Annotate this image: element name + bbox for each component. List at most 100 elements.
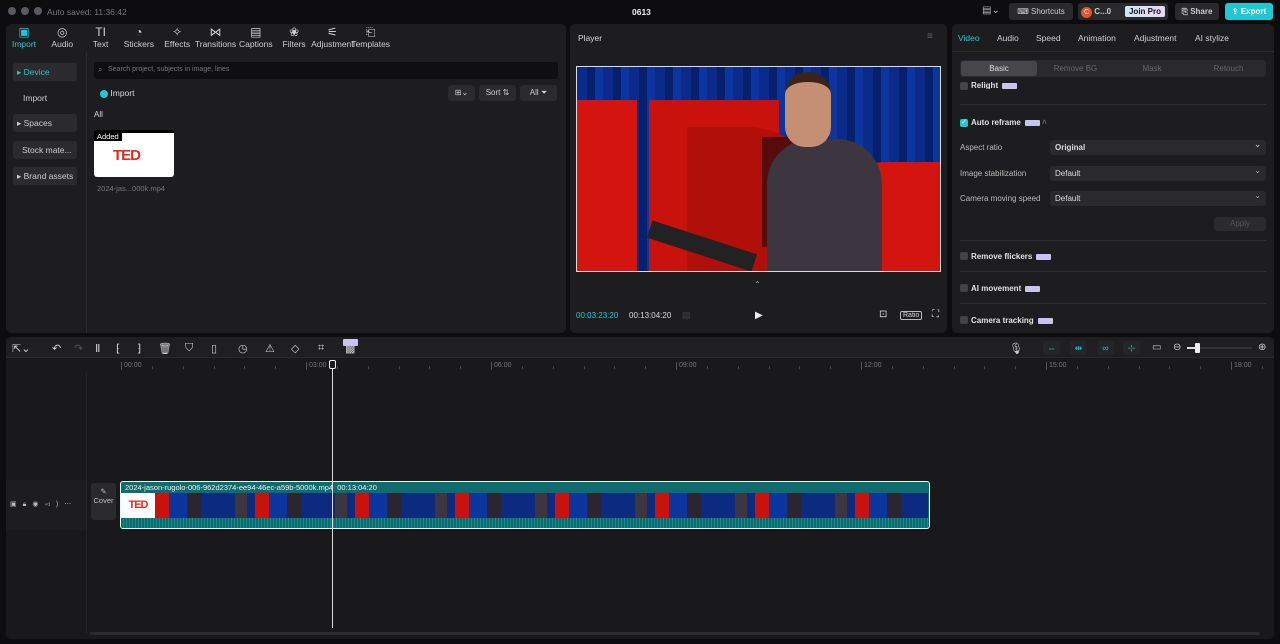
import-button[interactable]: Import [94,85,142,101]
project-title: 0613 [632,7,651,17]
track-toggle-icon: ▣ [10,501,23,508]
play-button[interactable]: ▶ [755,310,763,321]
apply-button[interactable]: Apply [1214,217,1266,231]
pro-badge [1024,119,1040,126]
fit-icon[interactable]: ⊡ [879,309,887,320]
video-clip[interactable]: 2024-jason-rugolo-006-962d2374-ee94-46ec… [120,481,930,529]
pro-badge [343,339,358,346]
auto-reframe-checkbox[interactable]: ✓ [960,119,968,127]
ruler-minor-tick [1015,366,1017,369]
ruler-minor-tick [429,366,431,369]
video-preview[interactable] [576,66,941,272]
zoom-slider[interactable] [1187,343,1252,353]
undo-icon[interactable]: ↶ [52,342,61,355]
ruler-tick-label: 06:00 [491,362,512,370]
relight-checkbox[interactable] [960,82,968,90]
layout-icon[interactable]: ▤⌄ [982,5,1000,16]
auto-snap-toggle[interactable]: ⇹ [1070,341,1087,355]
share-button[interactable]: ⎘ Share [1175,3,1219,20]
subtab-mask[interactable]: Mask [1114,61,1190,76]
delete-icon[interactable]: 🗑︎ [158,342,172,355]
crop-icon[interactable]: ⌗ [318,342,324,355]
camera-speed-select[interactable]: Default [1050,188,1266,206]
sidebar-item-stock[interactable]: Stock mate... [13,141,77,159]
total-time: 00:13:04:20 [629,311,672,320]
plus-icon [100,89,108,98]
inspector-tab-video[interactable]: Video [958,33,980,43]
fullscreen-icon[interactable]: ⛶ [932,309,939,320]
subtab-remove-bg[interactable]: Remove BG [1038,61,1114,76]
magnet-main-track-toggle[interactable]: ⇔ [1043,341,1060,355]
tab-transitions[interactable]: ⋈ Transitions [194,25,238,50]
audio-waveform [121,518,928,528]
ratio-button[interactable]: Ratio [900,311,923,320]
inspector-tab-speed[interactable]: Speed [1036,33,1061,43]
view-toggle[interactable]: ⊞⌄ [448,85,475,101]
export-button[interactable]: ⇪ Export [1225,3,1273,20]
ruler-minor-tick [398,366,400,369]
select-icon[interactable]: ⇱⌄ [12,342,30,355]
speed-icon[interactable]: ◷ [238,342,248,355]
filter-button[interactable]: All ⏷ [520,85,557,101]
ruler-tick-label: 15:00 [1046,362,1067,370]
search-icon: ⌕ [98,65,103,74]
ruler-minor-tick [151,366,153,369]
shortcuts-button[interactable]: ⌨ Shortcuts [1009,3,1073,20]
thumbnail-icon[interactable]: ▭ [1152,342,1161,353]
ruler-minor-tick [1200,366,1202,369]
inspector-tab-animation[interactable]: Animation [1078,33,1116,43]
microphone-icon[interactable]: 🎙 [1009,342,1023,355]
search-input[interactable]: ⌕ Search project, subjects in image, line… [94,62,558,79]
ruler-tick-label: 12:00 [861,362,882,370]
transitions-icon: ⋈ [209,25,222,39]
remove-flickers-checkbox[interactable] [960,252,968,260]
ruler-minor-tick [953,366,955,369]
zoom-out-icon[interactable]: ⊖ [1173,342,1181,353]
inspector-tab-audio[interactable]: Audio [997,33,1019,43]
media-item[interactable]: Added TED [94,130,174,177]
marker-icon[interactable]: ⛉ [185,342,193,355]
edit-icon: ✎ [100,487,107,496]
ruler-minor-tick [922,366,924,369]
subtab-basic[interactable]: Basic [961,61,1037,76]
ruler-minor-tick [275,366,277,369]
preview-axis-toggle[interactable]: ⊹ [1123,341,1140,355]
stabilization-select[interactable]: Default [1050,163,1266,181]
split-left-icon[interactable]: ⁅ [116,342,120,355]
track-controls[interactable]: ▣🔒︎◉◅)⋯ [10,500,77,509]
freeze-icon[interactable]: ▯ [211,342,217,355]
inspector-tab-ai-stylize[interactable]: AI stylize [1195,33,1229,43]
tab-templates[interactable]: ⎗ Templates [349,26,393,50]
filmstrip [121,493,928,518]
sidebar-item-device[interactable]: ▸ Device [13,63,77,81]
inspector-tab-adjustment[interactable]: Adjustment [1134,33,1177,43]
ai-movement-checkbox[interactable] [960,284,968,292]
audio-meter-icon: ▤ [682,310,691,320]
split-right-icon[interactable]: ⁆ [137,342,141,355]
rotate-icon[interactable]: ◇ [291,342,299,355]
subtab-retouch[interactable]: Retouch [1191,61,1267,76]
aspect-ratio-label: Aspect ratio [960,143,1003,152]
join-pro-button[interactable]: Join Pro [1124,6,1165,17]
aspect-ratio-select[interactable]: Original [1050,137,1266,155]
redo-icon[interactable]: ↷ [74,342,83,355]
share-icon: ⎘ [1181,7,1191,16]
clip-label: 2024-jason-rugolo-006-962d2374-ee94-46ec… [125,483,377,492]
account-button[interactable]: C C...0 Join Pro [1078,3,1168,20]
mirror-icon[interactable]: ⚠︎ [265,342,275,355]
playhead[interactable] [328,360,336,628]
sort-button[interactable]: Sort ⇅ [479,85,516,101]
linkage-toggle[interactable]: ∞ [1097,341,1114,355]
camera-tracking-checkbox[interactable] [960,316,968,324]
zoom-in-icon[interactable]: ⊕ [1258,342,1266,353]
window-controls[interactable] [8,7,47,17]
sidebar-item-import[interactable]: Import [13,89,77,107]
menu-icon[interactable]: ≡ [927,31,933,42]
avatar: C [1081,7,1092,18]
sidebar-item-spaces[interactable]: ▸ Spaces [13,114,77,132]
cover-button[interactable]: ✎ Cover [91,483,116,520]
sidebar-item-brand-assets[interactable]: ▸ Brand assets [13,167,77,185]
timeline-scrollbar[interactable] [90,632,1260,635]
split-icon[interactable]: Ⅱ [95,342,100,355]
ruler-tick-label: 03:00 [306,362,327,370]
